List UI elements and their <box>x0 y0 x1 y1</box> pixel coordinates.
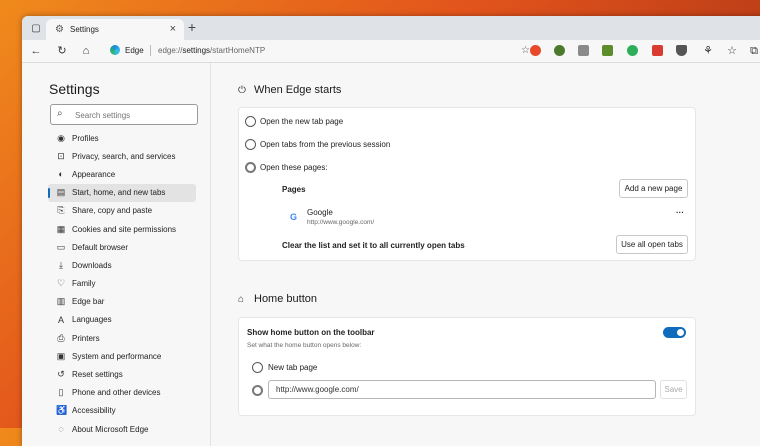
sidebar-item-privacy[interactable]: ⊡ Privacy, search, and services <box>48 147 196 165</box>
sidebar-item-phone[interactable]: ▯ Phone and other devices <box>48 384 196 402</box>
system-icon: ▣ <box>56 350 66 361</box>
when-starts-card: Open the new tab page Open tabs from the… <box>238 107 696 261</box>
settings-sidebar: Settings ⌕ ◉Profiles ⊡Privacy, search, a… <box>22 63 211 446</box>
omnibox-label: Edge <box>125 46 144 55</box>
extensions-icon[interactable]: ⚘ <box>700 43 716 59</box>
sidebar-item-printers[interactable]: ⎙ Printers <box>48 329 196 347</box>
radio-previous-session[interactable] <box>245 139 256 150</box>
save-button[interactable]: Save <box>660 380 687 399</box>
profile-icon: ◉ <box>57 132 65 143</box>
back-icon[interactable]: ← <box>28 43 44 59</box>
printer-icon: ⎙ <box>57 332 65 343</box>
radio-home-url[interactable] <box>252 385 263 396</box>
sidebar-item-profiles[interactable]: ◉ Profiles <box>48 129 196 147</box>
show-home-toggle[interactable] <box>663 327 686 338</box>
sidebar-item-languages[interactable]: A Languages <box>48 311 196 329</box>
clear-list-label: Clear the list and set it to all current… <box>282 241 465 250</box>
option-these-pages-label: Open these pages: <box>260 163 328 172</box>
new-tab-button[interactable]: + <box>184 19 200 35</box>
refresh-icon[interactable]: ↻ <box>54 43 70 59</box>
search-box: ⌕ <box>50 104 198 125</box>
search-icon: ⌕ <box>57 108 63 119</box>
favorites-icon[interactable]: ☆ <box>724 43 740 59</box>
sidebar-item-edge-bar[interactable]: ▥ Edge bar <box>48 293 196 311</box>
extension-2-icon[interactable] <box>554 45 565 56</box>
option-prev-session-label: Open tabs from the previous session <box>260 140 391 149</box>
tab-settings[interactable]: ⚙ Settings × <box>46 19 184 40</box>
home-new-tab-label: New tab page <box>268 363 318 372</box>
collections-icon[interactable]: ⧉ <box>746 43 760 59</box>
extension-1-icon[interactable] <box>530 45 541 56</box>
sidebar-item-family[interactable]: ♡ Family <box>48 275 196 293</box>
page-url: http://www.google.com/ <box>307 219 375 226</box>
home-icon[interactable]: ⌂ <box>78 43 94 59</box>
sidebar-item-downloads[interactable]: ⤓ Downloads <box>48 256 196 274</box>
extension-5-icon[interactable] <box>627 45 638 56</box>
tab-actions-icon[interactable]: ▢ <box>30 22 42 34</box>
when-starts-heading: ⏻ When Edge starts <box>238 84 342 96</box>
close-icon[interactable]: × <box>170 23 176 35</box>
browser-window: ▢ ⚙ Settings × + ← ↻ ⌂ Edge edge://setti… <box>22 16 760 446</box>
settings-nav: ◉ Profiles ⊡ Privacy, search, and services… <box>48 129 196 438</box>
google-icon: G <box>290 212 298 222</box>
tab-strip: ▢ ⚙ Settings × + <box>22 16 760 40</box>
download-icon: ⤓ <box>59 259 63 270</box>
accessibility-icon: ♿ <box>56 405 68 416</box>
edge-bar-icon: ▥ <box>56 296 66 307</box>
settings-main: ⏻ When Edge starts Open the new tab page … <box>211 63 760 446</box>
divider <box>150 45 151 56</box>
edge-icon: ◌ <box>58 424 64 435</box>
radio-new-tab[interactable] <box>245 116 256 127</box>
extension-4-icon[interactable] <box>602 45 613 56</box>
page-name: Google <box>307 208 333 217</box>
tab-title: Settings <box>70 25 99 34</box>
start-icon: ▤ <box>56 187 66 198</box>
option-new-tab-label: Open the new tab page <box>260 117 344 126</box>
phone-icon: ▯ <box>58 387 64 398</box>
sidebar-item-cookies[interactable]: ▦ Cookies and site permissions <box>48 220 196 238</box>
family-icon: ♡ <box>56 278 66 289</box>
home-button-heading: ⌂ Home button <box>238 293 317 305</box>
more-options-icon[interactable]: ··· <box>676 208 684 217</box>
sidebar-item-share[interactable]: ⎘ Share, copy and paste <box>48 202 196 220</box>
power-icon: ⏻ <box>238 85 246 96</box>
appearance-icon: ◐ <box>58 169 64 180</box>
reset-icon: ↺ <box>57 369 65 380</box>
add-new-page-button[interactable]: Add a new page <box>619 179 688 198</box>
home-url-input[interactable]: http://www.google.com/ <box>268 380 656 399</box>
home-button-card: Show home button on the toolbar Set what… <box>238 317 696 416</box>
show-home-label: Show home button on the toolbar <box>247 328 375 337</box>
sidebar-item-start-home[interactable]: ▤ Start, home, and new tabs <box>48 183 196 202</box>
sidebar-item-system[interactable]: ▣ System and performance <box>48 347 196 365</box>
search-input[interactable] <box>73 107 195 123</box>
page-title: Settings <box>49 81 100 97</box>
share-icon: ⎘ <box>57 205 65 216</box>
address-toolbar: ← ↻ ⌂ Edge edge://settings/startHomeNTP … <box>22 40 760 63</box>
extension-3-icon[interactable] <box>578 45 589 56</box>
lock-icon: ⊡ <box>57 150 65 161</box>
address-bar[interactable]: Edge edge://settings/startHomeNTP ☆ <box>102 42 530 59</box>
set-home-label: Set what the home button opens below: <box>247 342 362 349</box>
gear-icon: ⚙ <box>55 24 64 35</box>
url-text: edge://settings/startHomeNTP <box>158 46 266 55</box>
language-icon: A <box>57 314 64 325</box>
browser-icon: ▭ <box>56 241 66 252</box>
radio-these-pages[interactable] <box>245 162 256 173</box>
sidebar-item-appearance[interactable]: ◐ Appearance <box>48 165 196 183</box>
radio-home-new-tab[interactable] <box>252 362 263 373</box>
home-icon: ⌂ <box>238 294 245 305</box>
sidebar-item-accessibility[interactable]: ♿ Accessibility <box>48 402 196 420</box>
sidebar-item-default-browser[interactable]: ▭ Default browser <box>48 238 196 256</box>
shield-icon[interactable] <box>676 45 687 56</box>
sidebar-item-about[interactable]: ◌ About Microsoft Edge <box>48 420 196 438</box>
extension-6-icon[interactable] <box>652 45 663 56</box>
pages-label: Pages <box>282 185 306 194</box>
add-favorite-icon[interactable]: ☆ <box>521 45 530 56</box>
cookie-icon: ▦ <box>56 223 66 234</box>
sidebar-item-reset[interactable]: ↺ Reset settings <box>48 365 196 383</box>
use-all-open-tabs-button[interactable]: Use all open tabs <box>616 235 688 254</box>
edge-icon <box>110 45 120 55</box>
